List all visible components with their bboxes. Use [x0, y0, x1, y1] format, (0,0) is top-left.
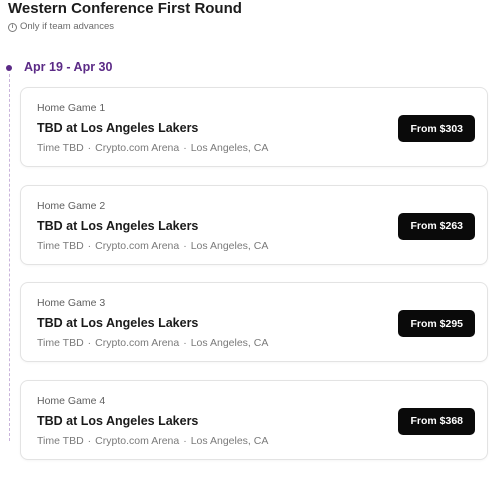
game-time: Time TBD [37, 142, 84, 154]
timeline-dot [6, 65, 12, 71]
game-list: Home Game 1 TBD at Los Angeles Lakers Ti… [20, 87, 488, 477]
game-venue: Crypto.com Arena [95, 142, 180, 154]
meta-separator: · [87, 337, 92, 349]
game-matchup[interactable]: TBD at Los Angeles Lakers [37, 414, 198, 428]
game-label: Home Game 2 [37, 199, 106, 212]
game-label: Home Game 4 [37, 394, 106, 407]
game-city: Los Angeles, CA [190, 337, 269, 349]
game-meta: Time TBD · Crypto.com Arena · Los Angeles, C… [37, 142, 268, 154]
game-label: Home Game 1 [37, 102, 106, 114]
price-button[interactable]: From $303 [398, 115, 475, 142]
info-icon: i [8, 22, 17, 32]
game-matchup[interactable]: TBD at Los Angeles Lakers [37, 316, 198, 330]
advance-note: i Only if team advances [8, 21, 242, 33]
price-button[interactable]: From $368 [398, 407, 475, 435]
game-matchup[interactable]: TBD at Los Angeles Lakers [37, 121, 198, 135]
date-range: Apr 19 - Apr 30 [24, 60, 113, 74]
price-button[interactable]: From $263 [398, 212, 475, 240]
game-venue: Crypto.com Arena [95, 239, 180, 252]
game-venue: Crypto.com Arena [95, 337, 180, 349]
game-time: Time TBD [37, 337, 84, 349]
game-matchup[interactable]: TBD at Los Angeles Lakers [37, 219, 198, 233]
game-meta: Time TBD · Crypto.com Arena · Los Angeles, C… [37, 337, 268, 349]
round-header: Western Conference First Round i Only if… [8, 0, 242, 33]
game-time: Time TBD [37, 239, 84, 252]
meta-separator: · [87, 142, 92, 154]
game-label: Home Game 3 [37, 297, 106, 309]
game-card-4[interactable]: Home Game 4 TBD at Los Angeles Lakers Ti… [20, 379, 488, 460]
game-card-3[interactable]: Home Game 3 TBD at Los Angeles Lakers Ti… [20, 282, 488, 362]
timeline-line [9, 74, 10, 441]
meta-separator: · [183, 142, 187, 154]
game-city: Los Angeles, CA [190, 142, 269, 154]
round-title: Western Conference First Round [8, 0, 242, 17]
price-button[interactable]: From $295 [398, 310, 475, 337]
meta-separator: · [183, 337, 187, 349]
game-city: Los Angeles, CA [190, 239, 269, 252]
game-card-1[interactable]: Home Game 1 TBD at Los Angeles Lakers Ti… [20, 87, 488, 167]
advance-note-text: Only if team advances [20, 21, 114, 32]
meta-separator: · [87, 239, 92, 252]
game-card-2[interactable]: Home Game 2 TBD at Los Angeles Lakers Ti… [20, 184, 488, 265]
game-meta: Time TBD · Crypto.com Arena · Los Angeles, C… [37, 240, 268, 252]
meta-separator: · [183, 239, 187, 252]
